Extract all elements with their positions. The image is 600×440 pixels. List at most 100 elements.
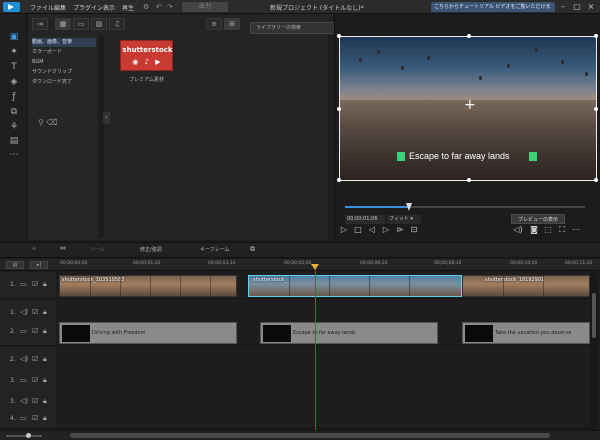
more-icon[interactable]: ⋯	[8, 150, 20, 161]
collapse-panel-icon[interactable]: ‹	[103, 112, 110, 124]
grid-view-icon[interactable]: ⊞	[224, 18, 240, 30]
resize-handle[interactable]	[337, 34, 341, 38]
storyboard-button[interactable]: ▸|	[30, 261, 48, 269]
snapshot-icon[interactable]: ◙	[529, 225, 539, 234]
lock-icon[interactable]: 🔒︎	[43, 397, 47, 406]
capture-icon[interactable]: ⊡	[409, 225, 419, 234]
lock-icon[interactable]: 🔒︎	[43, 414, 47, 423]
move-crosshair-icon[interactable]: +	[464, 98, 476, 112]
menu-edit[interactable]: 編集	[54, 3, 66, 12]
fx-room-icon[interactable]: ƒ	[8, 92, 20, 103]
category-item[interactable]: BGM	[32, 58, 96, 67]
timeline-horizontal-scrollbar[interactable]	[70, 433, 550, 438]
menu-playback[interactable]: 再生	[122, 3, 134, 12]
tools-menu[interactable]: ツール	[90, 246, 105, 253]
resize-handle[interactable]	[594, 34, 598, 38]
preview-button[interactable]: プレビューの表示	[511, 214, 565, 224]
video-filter-icon[interactable]: ▭	[73, 18, 89, 30]
minimize-button[interactable]: –	[557, 2, 569, 12]
track-video-4[interactable]	[57, 409, 597, 429]
resize-handle[interactable]	[594, 178, 598, 182]
audio-room-icon[interactable]: ▤	[8, 136, 20, 147]
shutterstock-tile[interactable]: shutterstock ◉ ♪ ▶	[120, 40, 173, 71]
menu-view[interactable]: 表示	[103, 3, 115, 12]
selection-box[interactable]: +	[337, 34, 598, 182]
track-video-1[interactable]: shutterstock_103510583 shutterstock_ shu…	[57, 272, 597, 299]
resize-handle[interactable]	[467, 178, 471, 182]
timeline-vertical-scrollbar[interactable]	[590, 273, 598, 428]
zoom-slider-handle[interactable]	[26, 433, 31, 438]
transition-room-icon[interactable]: ◈	[8, 77, 20, 88]
tag-icon[interactable]: ⚲ ⌫	[38, 118, 58, 127]
video-clip[interactable]: shutterstock_18192901	[462, 275, 590, 297]
enable-checkbox[interactable]: ☑	[32, 397, 38, 405]
all-media-icon[interactable]: ▦	[55, 18, 71, 30]
category-item[interactable]: 動画、画像、音楽	[32, 38, 96, 47]
fast-forward-icon[interactable]: ⊳	[395, 225, 405, 234]
tutorial-banner[interactable]: こちらからチュートリアル ビデオをご覧いただけます...	[431, 2, 555, 20]
more-options-icon[interactable]: ⋯	[571, 225, 581, 234]
pip-room-icon[interactable]: ⧉	[8, 107, 20, 118]
fix-enhance-button[interactable]: 修正/強調	[140, 246, 162, 253]
settings-icon[interactable]: ⚙	[143, 3, 149, 11]
zoom-fit-select[interactable]: フィット ▾	[387, 215, 421, 224]
split-icon[interactable]: ✂	[60, 244, 67, 253]
fullscreen-icon[interactable]: ⛶	[557, 225, 567, 235]
media-room-icon[interactable]: ▣	[8, 32, 20, 43]
library-scrollbar[interactable]	[328, 36, 333, 240]
sort-icon[interactable]: ≡	[206, 18, 222, 30]
audio-filter-icon[interactable]: ♫	[109, 18, 125, 30]
play-icon[interactable]: ▷	[339, 225, 349, 234]
lock-icon[interactable]: 🔒︎	[43, 327, 47, 336]
resize-handle[interactable]	[467, 34, 471, 38]
enable-checkbox[interactable]: ☑	[32, 414, 38, 422]
effects-room-icon[interactable]: ✦	[8, 47, 20, 58]
resize-handle[interactable]	[337, 107, 341, 111]
keyframe-button[interactable]: キーフレーム	[200, 246, 230, 253]
track-video-2[interactable]: Driving with Freedom Escape to far away …	[57, 319, 597, 346]
track-view-button[interactable]: ▤	[6, 261, 24, 269]
close-button[interactable]: ×	[585, 2, 597, 12]
scrollbar-thumb[interactable]	[592, 293, 596, 338]
export-button[interactable]: 出力	[182, 2, 228, 12]
import-media-icon[interactable]: ⇥	[32, 18, 48, 30]
next-frame-icon[interactable]: ▷	[381, 225, 391, 234]
sync-icon[interactable]: ⧉	[250, 245, 255, 254]
category-item[interactable]: ダウンロード完了	[32, 78, 96, 87]
timecode-display[interactable]: 00;00;01;06	[345, 215, 385, 224]
category-item[interactable]: サウンドクリップ	[32, 68, 96, 77]
undo-icon[interactable]: ↶	[156, 3, 162, 11]
particle-room-icon[interactable]: ⚘	[8, 122, 20, 133]
stop-icon[interactable]: □	[353, 225, 363, 234]
preview-scrubber[interactable]	[345, 203, 585, 211]
menu-plugins[interactable]: プラグイン	[73, 3, 103, 12]
lock-icon[interactable]: 🔒︎	[43, 280, 47, 289]
category-scrollbar[interactable]	[98, 36, 104, 238]
resize-handle[interactable]	[594, 107, 598, 111]
playhead-line[interactable]	[315, 270, 316, 430]
track-manager-icon[interactable]: ⊹	[32, 246, 36, 252]
timeline-ruler[interactable]: ▤ ▸| 00;00;00;00 00;00;01;20 00;00;03;10…	[0, 259, 600, 271]
resize-handle[interactable]	[337, 178, 341, 182]
title-clip[interactable]: Take the vacation you deserve	[462, 322, 590, 344]
menu-file[interactable]: ファイル	[30, 3, 54, 12]
title-clip[interactable]: Driving with Freedom	[59, 322, 237, 344]
volume-icon[interactable]: ◁)	[513, 225, 523, 234]
enable-checkbox[interactable]: ☑	[32, 327, 38, 335]
enable-checkbox[interactable]: ☑	[32, 355, 38, 363]
enable-checkbox[interactable]: ☑	[32, 376, 38, 384]
maximize-button[interactable]: ▢	[571, 2, 583, 12]
title-room-icon[interactable]: T	[8, 62, 20, 73]
timeline-zoom-slider[interactable]	[6, 433, 42, 438]
redo-icon[interactable]: ↷	[167, 3, 173, 11]
video-clip[interactable]: shutterstock_103510583	[59, 275, 237, 297]
undock-icon[interactable]: ⬚	[543, 225, 553, 234]
video-clip-selected[interactable]: shutterstock_	[248, 275, 462, 297]
title-clip[interactable]: Escape to far away lands	[260, 322, 438, 344]
enable-checkbox[interactable]: ☑	[32, 280, 38, 288]
enable-checkbox[interactable]: ☑	[32, 308, 38, 316]
category-item[interactable]: カラーボード	[32, 48, 96, 57]
prev-frame-icon[interactable]: ◁	[367, 225, 377, 234]
image-filter-icon[interactable]: ▨	[91, 18, 107, 30]
lock-icon[interactable]: 🔒︎	[43, 376, 47, 385]
